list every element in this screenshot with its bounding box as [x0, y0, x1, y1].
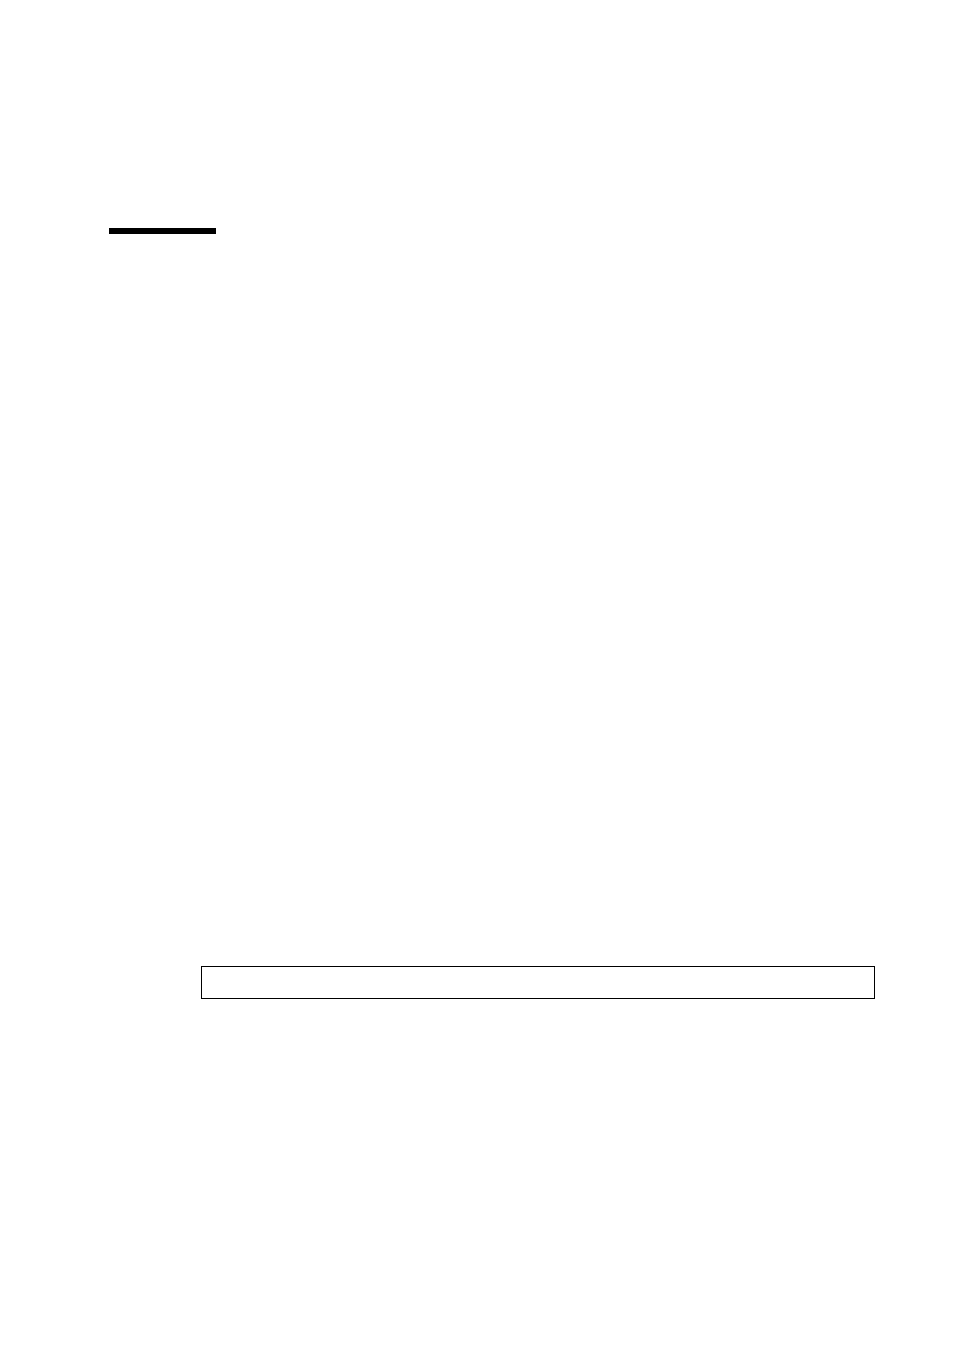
horizontal-rule-thick: [109, 228, 216, 234]
empty-box: [201, 966, 875, 999]
document-page: [0, 0, 954, 1351]
